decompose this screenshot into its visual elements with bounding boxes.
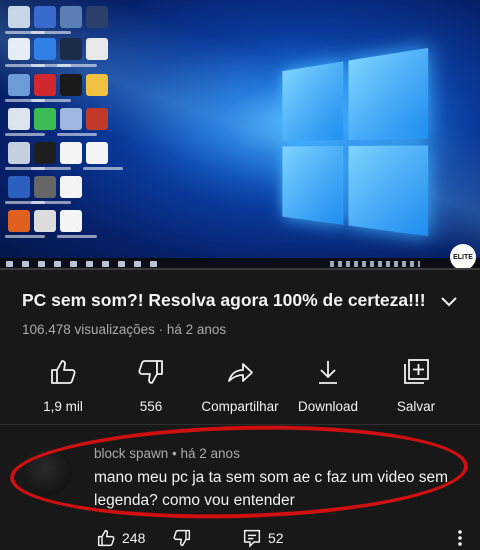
comment-like-count: 248	[122, 530, 145, 546]
share-icon	[225, 357, 255, 387]
thumbs-down-icon	[172, 528, 192, 548]
reply-icon	[242, 528, 262, 548]
download-icon	[313, 357, 343, 387]
comment-dislike-button[interactable]	[172, 526, 192, 550]
comment-actions: 248 52	[0, 526, 480, 550]
like-button[interactable]: 1,9 mil	[13, 355, 113, 415]
windows-logo	[282, 45, 444, 255]
comment-like-button[interactable]: 248	[96, 526, 145, 550]
channel-logo-text: ELITE	[453, 254, 473, 261]
comment-reply-count: 52	[268, 530, 284, 546]
thumbs-down-icon	[136, 357, 166, 387]
divider	[0, 424, 480, 425]
save-to-playlist-icon	[401, 357, 431, 387]
save-button[interactable]: Salvar	[366, 355, 466, 415]
channel-logo-badge: ELITE	[450, 244, 476, 270]
chevron-down-icon[interactable]	[437, 292, 461, 312]
dislike-button[interactable]: 556	[101, 355, 201, 415]
download-button[interactable]: Download	[278, 355, 378, 415]
video-meta: 106.478 visualizações · há 2 anos	[22, 322, 226, 337]
share-button[interactable]: Compartilhar	[190, 355, 290, 415]
video-progress-bar[interactable]	[0, 268, 480, 270]
comment-reply-button[interactable]: 52	[242, 526, 284, 550]
video-actions-bar: 1,9 mil 556 Compartilhar Download Salvar	[0, 355, 480, 415]
like-count: 1,9 mil	[13, 399, 113, 414]
more-options-icon[interactable]	[454, 528, 466, 548]
thumbs-up-icon	[96, 528, 116, 548]
download-label: Download	[278, 399, 378, 414]
dislike-count: 556	[101, 399, 201, 414]
thumbs-up-icon	[48, 357, 78, 387]
video-player[interactable]: ELITE	[0, 0, 480, 270]
share-label: Compartilhar	[190, 399, 290, 414]
save-label: Salvar	[366, 399, 466, 414]
video-title: PC sem som?! Resolva agora 100% de certe…	[22, 290, 437, 311]
